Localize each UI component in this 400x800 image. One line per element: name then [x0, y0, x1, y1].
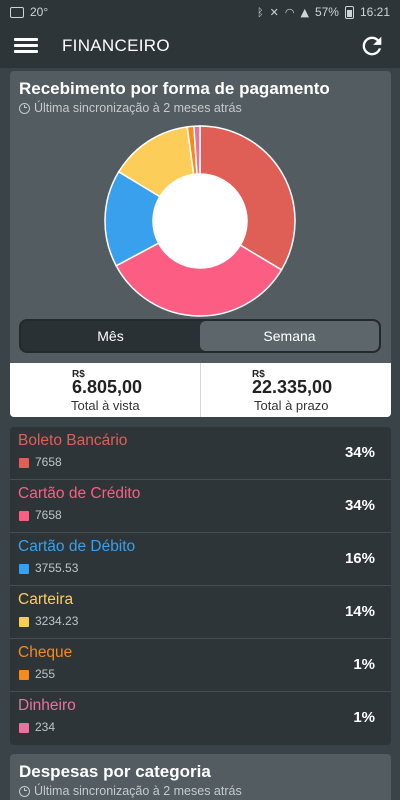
color-swatch — [19, 617, 29, 627]
bluetooth-icon: ᛒ — [257, 5, 264, 19]
list-item-cartao-debito[interactable]: Cartão de Débito 3755.53 16% — [10, 533, 391, 586]
battery-percent: 57% — [314, 5, 339, 19]
expenses-sync-text: Última sincronização à 2 meses atrás — [34, 784, 242, 798]
color-swatch — [19, 458, 29, 468]
payments-sync-text: Última sincronização à 2 meses atrás — [34, 101, 242, 115]
payment-methods-list: Boleto Bancário 7658 34% Cartão de Crédi… — [10, 427, 391, 745]
method-name: Carteira — [18, 591, 74, 608]
method-percent: 1% — [353, 709, 375, 726]
app-bar: FINANCEIRO — [0, 24, 400, 68]
color-swatch — [19, 564, 29, 574]
total-cash-label: Total à vista — [71, 398, 140, 413]
clock-time: 16:21 — [359, 5, 390, 19]
menu-icon[interactable] — [14, 35, 38, 55]
list-item-boleto[interactable]: Boleto Bancário 7658 34% — [10, 427, 391, 480]
period-toggle: Mês Semana — [19, 319, 381, 353]
battery-icon — [344, 5, 354, 19]
wifi-icon: ◠ — [284, 5, 295, 19]
total-cash-value: 6.805,00 — [72, 377, 143, 397]
total-installments: R$ 22.335,00 Total à prazo — [200, 363, 391, 417]
list-item-dinheiro[interactable]: Dinheiro 234 1% — [10, 692, 391, 745]
method-name: Cheque — [18, 644, 73, 661]
payments-donut-chart[interactable] — [104, 125, 296, 317]
mute-icon: ✕ — [269, 5, 279, 19]
method-amount: 3755.53 — [35, 561, 79, 575]
method-percent: 14% — [344, 603, 375, 620]
total-installments-label: Total à prazo — [254, 398, 329, 413]
method-percent: 34% — [344, 497, 375, 514]
color-swatch — [19, 723, 29, 733]
method-name: Cartão de Crédito — [18, 485, 141, 502]
clock-icon — [19, 102, 30, 114]
method-percent: 1% — [353, 656, 375, 673]
method-amount: 7658 — [35, 455, 62, 469]
status-bar: 20° ᛒ ✕ ◠ ▲ 57% 16:21 — [0, 0, 400, 24]
method-amount: 255 — [35, 667, 56, 681]
signal-icon: ▲ — [300, 5, 309, 19]
totals-panel: R$ 6.805,00 Total à vista R$ 22.335,00 T… — [10, 363, 391, 417]
method-name: Cartão de Débito — [18, 538, 136, 555]
method-amount: 234 — [35, 720, 56, 734]
gallery-notification-icon — [10, 6, 24, 18]
page-title: FINANCEIRO — [62, 36, 170, 55]
expenses-card: Despesas por categoria Última sincroniza… — [10, 754, 391, 800]
total-cash: R$ 6.805,00 Total à vista — [10, 363, 200, 417]
list-item-cheque[interactable]: Cheque 255 1% — [10, 639, 391, 692]
method-percent: 16% — [344, 550, 375, 567]
donut-hole — [153, 174, 247, 268]
payments-sync-info: Última sincronização à 2 meses atrás — [19, 101, 242, 115]
clock-icon — [19, 785, 30, 797]
color-swatch — [19, 511, 29, 521]
tab-week[interactable]: Semana — [200, 321, 379, 351]
payments-card-title: Recebimento por forma de pagamento — [19, 79, 330, 98]
color-swatch — [19, 670, 29, 680]
refresh-icon[interactable] — [358, 32, 386, 60]
expenses-sync-info: Última sincronização à 2 meses atrás — [19, 784, 242, 798]
expenses-card-title: Despesas por categoria — [19, 762, 211, 781]
temperature-text: 20° — [30, 5, 49, 19]
method-name: Dinheiro — [18, 697, 76, 714]
method-name: Boleto Bancário — [18, 432, 128, 449]
tab-month[interactable]: Mês — [21, 321, 200, 351]
method-percent: 34% — [344, 444, 375, 461]
method-amount: 7658 — [35, 508, 62, 522]
list-item-carteira[interactable]: Carteira 3234.23 14% — [10, 586, 391, 639]
list-item-cartao-credito[interactable]: Cartão de Crédito 7658 34% — [10, 480, 391, 533]
method-amount: 3234.23 — [35, 614, 79, 628]
payments-card: Recebimento por forma de pagamento Últim… — [10, 71, 391, 417]
total-installments-value: 22.335,00 — [252, 377, 333, 397]
